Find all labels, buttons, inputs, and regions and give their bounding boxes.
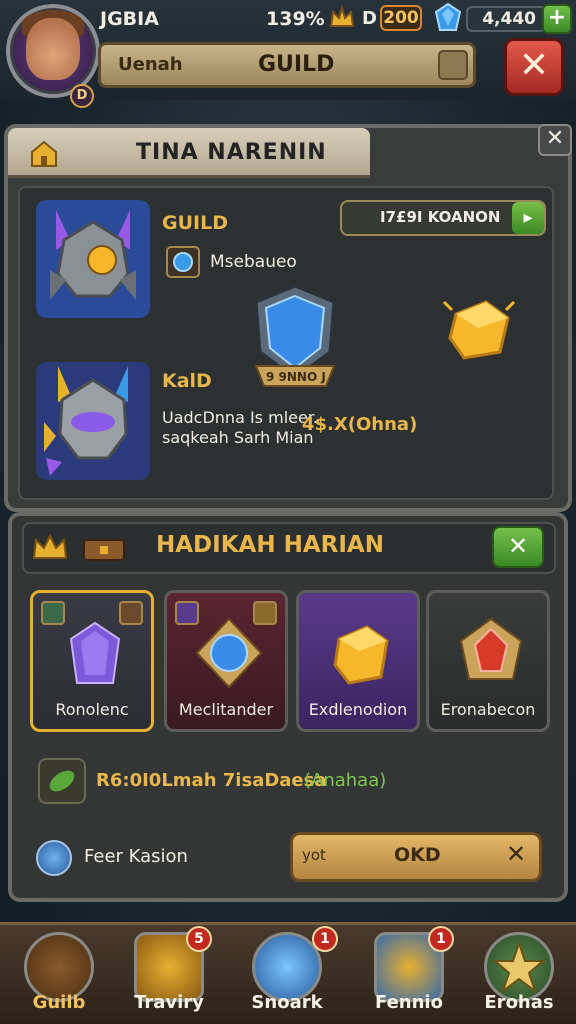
nav-label: Guilb [32,992,86,1013]
panel-tab-title: TINA NARENIN [136,140,327,165]
title-diamond-icon[interactable] [438,50,468,80]
nav-item-events[interactable]: Erohas [464,922,574,1024]
claim-prefix: yot [302,846,326,864]
hero-robot-icon[interactable] [36,200,150,318]
claim-close-icon[interactable]: ✕ [506,840,526,868]
action-label: I7£9I KOANON [380,208,501,226]
crown-icon [32,533,68,559]
gold-cube-icon[interactable] [434,282,524,372]
chest-icon [83,539,125,561]
nav-label: Traviry [134,992,204,1013]
daily-close-button[interactable]: ✕ [492,526,544,568]
item-corner-icon [41,601,65,625]
close-window-button[interactable]: ✕ [504,38,564,96]
panel-close-button[interactable]: ✕ [538,124,572,156]
gem-counter: 4,440 [466,6,546,32]
player-level-badge: D [70,84,94,108]
reward-item-label: Exdlenodion [308,700,408,719]
guild-sub-label: Msebaueo [210,252,297,272]
page-title: GUILD [258,52,335,77]
nav-item-guild[interactable]: Guilb [4,922,114,1024]
crown-icon [329,4,355,27]
progress-percent: 139% [266,8,325,30]
reward-info-highlight: (Anahaa) [304,770,387,791]
daily-reward-title: HADIKAH HARIAN [156,532,384,558]
claim-button-label: OKD [394,844,441,866]
gold-cube-icon [333,625,389,685]
reward-item[interactable]: Eronabecon [426,590,550,732]
emblem-ribbon-text: 9 9NNO J [266,370,326,384]
avatar-face [26,18,80,80]
arrow-right-icon[interactable]: ▸ [512,202,544,234]
notification-badge: 5 [186,926,212,952]
nav-item-friends[interactable]: 1 Fennio [354,922,464,1024]
reward-item-label: Eronabecon [440,700,536,719]
reward-item-label: Ronolenc [55,700,129,719]
ruby-emblem-icon [459,617,523,680]
nav-item-store[interactable]: 1 Snoark [232,922,342,1024]
notification-badge: 1 [428,926,454,952]
guild-label: GUILD [162,212,228,234]
hero-knight-icon[interactable] [36,362,150,480]
crown-value: D [362,8,377,29]
nav-item-inventory[interactable]: 5 Traviry [114,922,224,1024]
gold-counter: 200 [380,5,422,31]
house-icon [31,140,57,167]
sapphire-emblem-icon [195,617,263,689]
reward-items: Ronolenc Meclitander Exdlenodion Eronabe… [18,574,556,738]
feature-label: Feer Kasion [84,846,188,867]
leaf-icon [38,758,86,804]
nav-label: Snoark [251,992,323,1013]
gem-icon [434,2,462,31]
reward-item[interactable]: Ronolenc [30,590,154,732]
check-icon [36,840,72,876]
nav-label: Erohas [484,992,554,1013]
reward-item-label: Meclitander [178,700,274,719]
reward-info-text: R6:0I0Lmah 7isaDaesa [96,770,327,791]
description-line-1: UadcDnna Is mleer. [162,408,319,427]
add-gems-button[interactable]: + [542,4,572,34]
small-gem-icon [166,246,200,278]
nav-label: Fennio [375,992,443,1013]
crystal-icon [69,621,121,684]
notification-badge: 1 [312,926,338,952]
hero-name-label: KalD [162,370,212,392]
description-line-2: saqkeah Sarh Mian [162,428,314,447]
title-subtext: Uenah [118,54,183,75]
reward-item[interactable]: Exdlenodion [296,590,420,732]
player-name: JGBIA [100,8,159,30]
description-reward: 4$.X(Ohna) [302,414,418,435]
reward-item[interactable]: Meclitander [164,590,288,732]
